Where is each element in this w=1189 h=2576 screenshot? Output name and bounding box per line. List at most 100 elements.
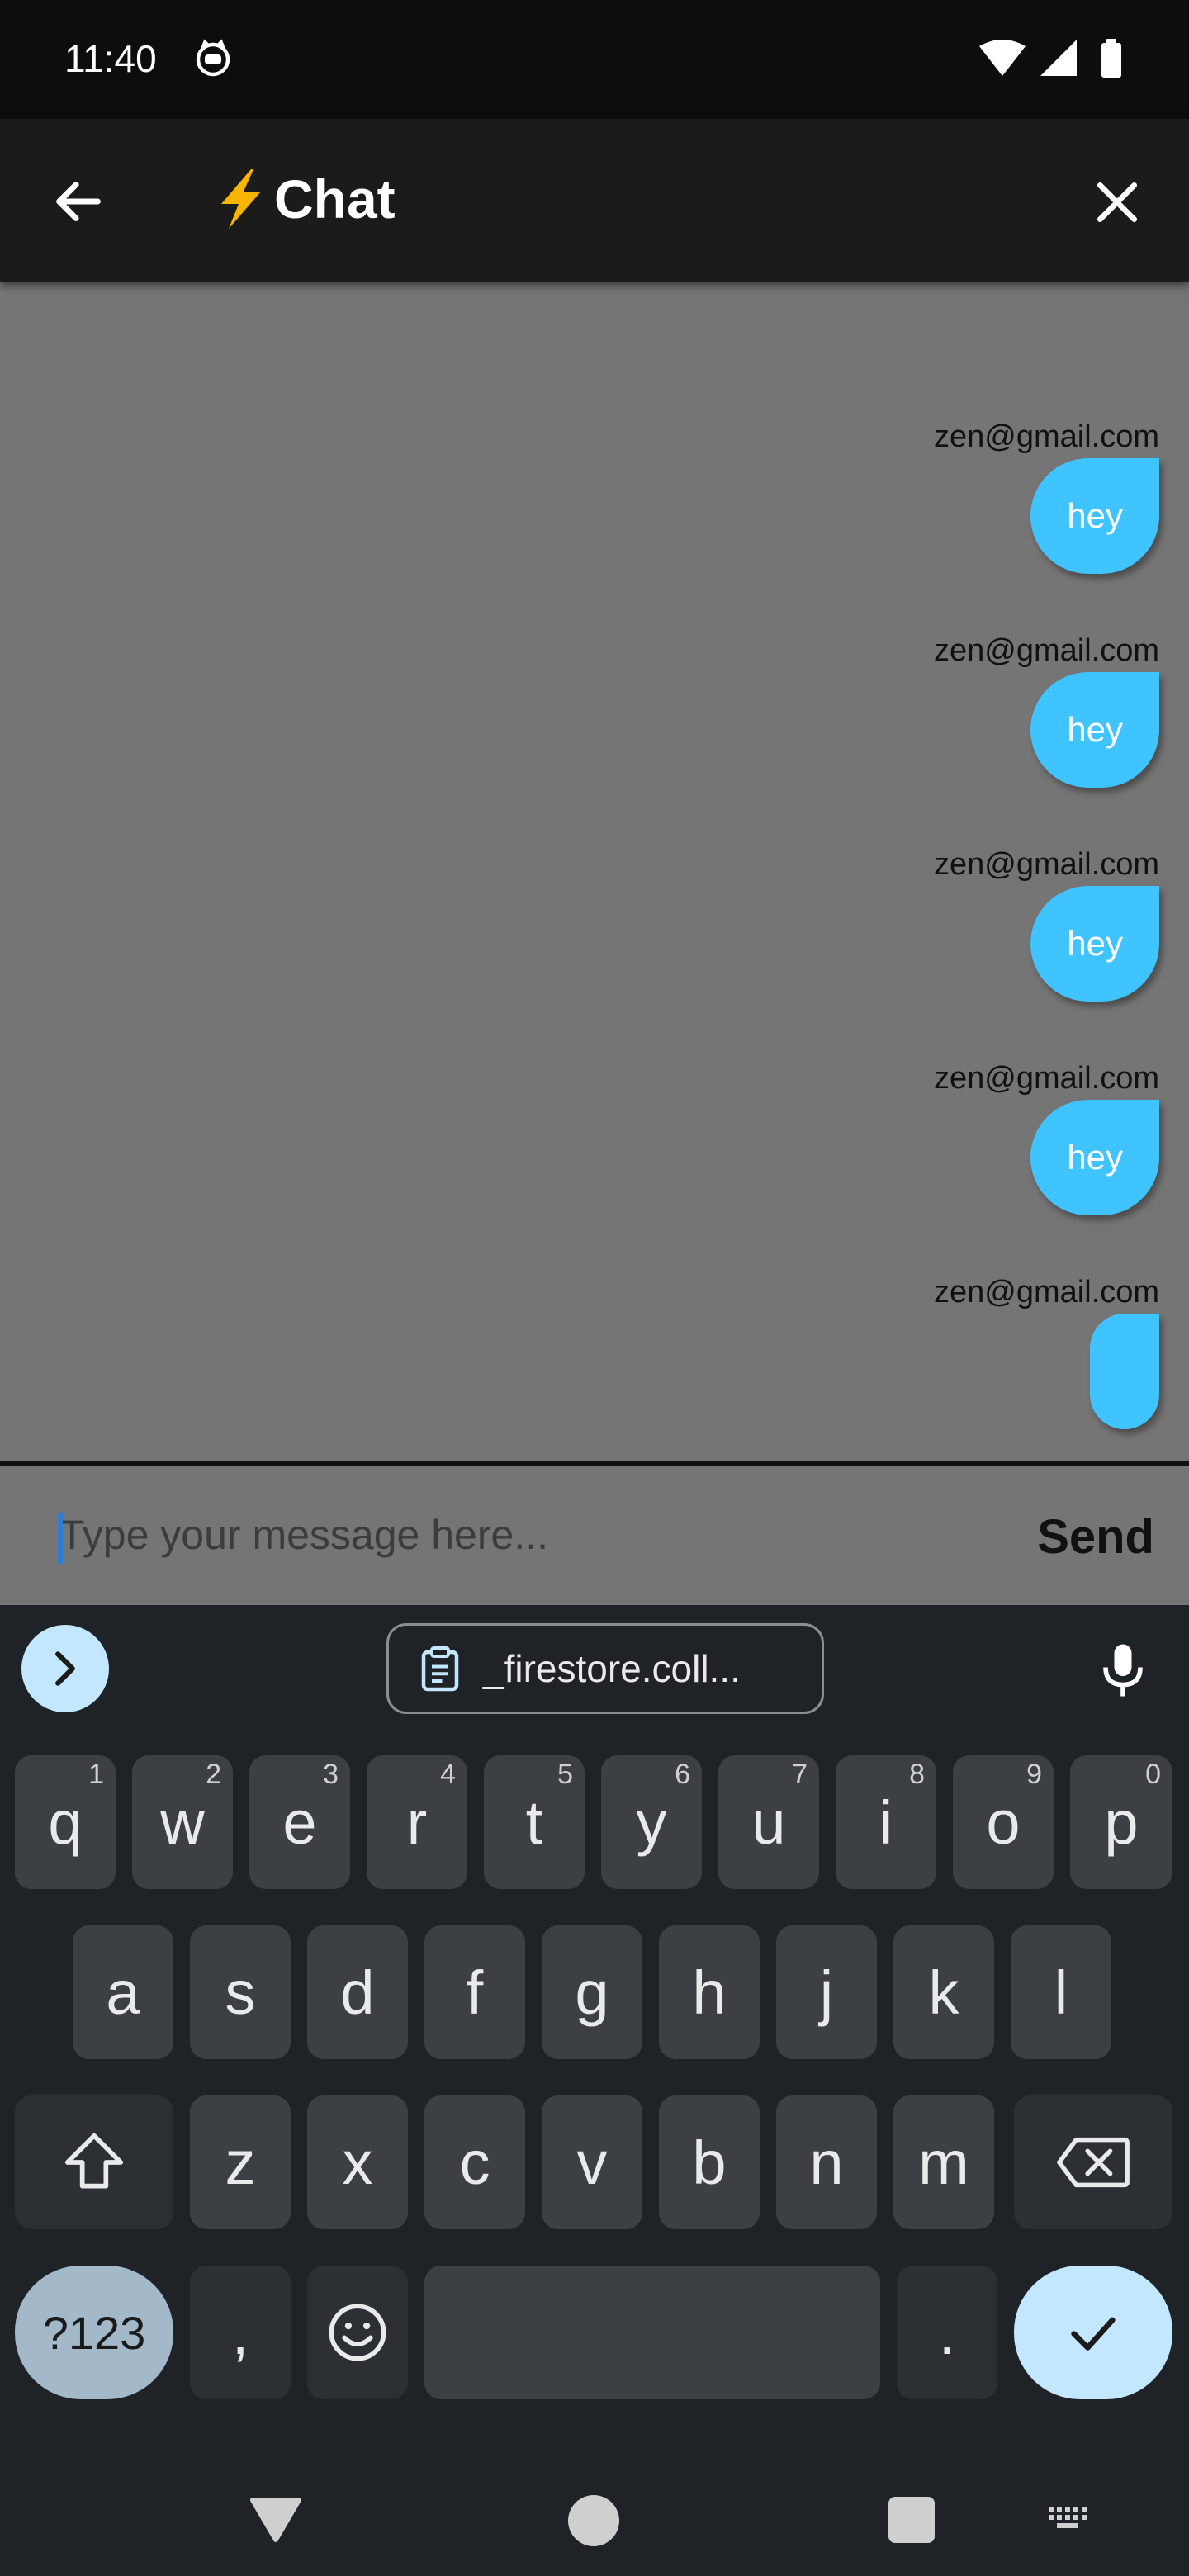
lightning-bolt-icon: [221, 169, 261, 229]
message-bubble: [1090, 1314, 1159, 1429]
key-x[interactable]: x: [307, 2095, 408, 2229]
emoji-icon: [329, 2304, 386, 2361]
key-q[interactable]: q1: [15, 1755, 116, 1889]
message-sender: zen@gmail.com: [934, 847, 1159, 882]
comma-key[interactable]: ,: [190, 2266, 291, 2399]
key-z[interactable]: z: [190, 2095, 291, 2229]
key-label: w: [160, 1788, 205, 1857]
key-label: u: [751, 1788, 786, 1857]
app-bar: Chat: [0, 119, 1189, 282]
message-bubble: hey: [1030, 458, 1159, 574]
back-arrow-icon[interactable]: [50, 173, 107, 230]
key-g[interactable]: g: [542, 1925, 642, 2059]
key-f[interactable]: f: [424, 1925, 525, 2059]
key-label: q: [48, 1788, 83, 1857]
key-hint: 5: [557, 1759, 573, 1790]
key-hint: 7: [792, 1759, 808, 1790]
checkmark-icon: [1071, 2317, 1116, 2351]
cat-notification-icon: [196, 39, 230, 77]
backspace-key[interactable]: [1014, 2095, 1172, 2229]
message-sender: zen@gmail.com: [934, 419, 1159, 454]
enter-key[interactable]: [1014, 2266, 1172, 2399]
text-cursor: [58, 1513, 63, 1564]
chevron-right-icon: [55, 1651, 75, 1686]
status-bar: 11:40: [0, 0, 1189, 119]
battery-icon: [1101, 43, 1121, 78]
soft-keyboard: _firestore.coll... q1 w2 e3 r4 t5 y6 u7 …: [0, 1605, 1189, 2434]
keyboard-switch-icon[interactable]: [1047, 2505, 1093, 2535]
key-label: p: [1104, 1788, 1139, 1857]
home-circle-icon[interactable]: [568, 2495, 619, 2546]
keyboard-expand-button[interactable]: [21, 1625, 109, 1712]
key-o[interactable]: o9: [953, 1755, 1054, 1889]
message-bubble: hey: [1030, 886, 1159, 1002]
clipboard-suggestion-text: _firestore.coll...: [483, 1647, 741, 1690]
key-w[interactable]: w2: [132, 1755, 233, 1889]
message-input[interactable]: Type your message here...: [59, 1511, 548, 1559]
key-k[interactable]: k: [893, 1925, 994, 2059]
message-list[interactable]: zen@gmail.com hey zen@gmail.com hey zen@…: [0, 282, 1189, 1461]
key-hint: 1: [88, 1759, 104, 1790]
message-item: zen@gmail.com: [934, 1275, 1159, 1433]
signal-icon: [1040, 40, 1077, 76]
key-r[interactable]: r4: [367, 1755, 467, 1889]
key-label: o: [986, 1788, 1021, 1857]
clipboard-suggestion-chip[interactable]: _firestore.coll...: [386, 1623, 824, 1714]
key-hint: 3: [323, 1759, 339, 1790]
symbols-key[interactable]: ?123: [15, 2266, 173, 2399]
key-d[interactable]: d: [307, 1925, 408, 2059]
key-label: r: [406, 1788, 428, 1857]
key-y[interactable]: y6: [601, 1755, 702, 1889]
key-m[interactable]: m: [893, 2095, 994, 2229]
key-b[interactable]: b: [659, 2095, 760, 2229]
backspace-icon: [1057, 2137, 1130, 2188]
system-nav-bar: [0, 2434, 1189, 2576]
message-item: zen@gmail.com hey: [934, 419, 1159, 574]
key-hint: 8: [909, 1759, 925, 1790]
send-button[interactable]: Send: [1037, 1509, 1154, 1565]
emoji-key[interactable]: [307, 2266, 408, 2399]
key-e[interactable]: e3: [249, 1755, 350, 1889]
message-sender: zen@gmail.com: [934, 633, 1159, 668]
key-p[interactable]: p0: [1070, 1755, 1172, 1889]
key-u[interactable]: u7: [718, 1755, 819, 1889]
key-label: t: [525, 1788, 543, 1857]
key-hint: 4: [440, 1759, 456, 1790]
key-hint: 2: [206, 1759, 221, 1790]
key-n[interactable]: n: [776, 2095, 877, 2229]
back-triangle-icon[interactable]: [248, 2495, 304, 2545]
key-t[interactable]: t5: [484, 1755, 585, 1889]
key-label: i: [879, 1788, 893, 1857]
period-key[interactable]: .: [897, 2266, 997, 2399]
message-item: zen@gmail.com hey: [934, 633, 1159, 788]
message-bubble: hey: [1030, 672, 1159, 788]
shift-icon: [64, 2133, 124, 2189]
page-title: Chat: [210, 167, 396, 231]
recents-square-icon[interactable]: [888, 2497, 935, 2543]
message-bubble: hey: [1030, 1100, 1159, 1215]
shift-key[interactable]: [15, 2095, 173, 2229]
composer: Type your message here... Send: [0, 1466, 1189, 1605]
microphone-icon[interactable]: [1100, 1641, 1146, 1699]
key-a[interactable]: a: [73, 1925, 173, 2059]
system-status-icons: [979, 39, 1121, 78]
key-c[interactable]: c: [424, 2095, 525, 2229]
status-time: 11:40: [64, 37, 157, 80]
message-sender: zen@gmail.com: [934, 1061, 1159, 1096]
key-hint: 6: [675, 1759, 690, 1790]
key-j[interactable]: j: [776, 1925, 877, 2059]
key-h[interactable]: h: [659, 1925, 760, 2059]
key-l[interactable]: l: [1011, 1925, 1111, 2059]
key-label: y: [636, 1788, 667, 1857]
key-s[interactable]: s: [190, 1925, 291, 2059]
clipboard-icon: [421, 1646, 459, 1692]
key-v[interactable]: v: [542, 2095, 642, 2229]
message-sender: zen@gmail.com: [934, 1275, 1159, 1309]
close-icon[interactable]: [1092, 177, 1143, 228]
page-title-text: Chat: [274, 168, 396, 230]
space-key[interactable]: [424, 2266, 880, 2399]
key-hint: 0: [1145, 1759, 1161, 1790]
message-item: zen@gmail.com hey: [934, 847, 1159, 1002]
message-item: zen@gmail.com hey: [934, 1061, 1159, 1215]
key-i[interactable]: i8: [836, 1755, 936, 1889]
